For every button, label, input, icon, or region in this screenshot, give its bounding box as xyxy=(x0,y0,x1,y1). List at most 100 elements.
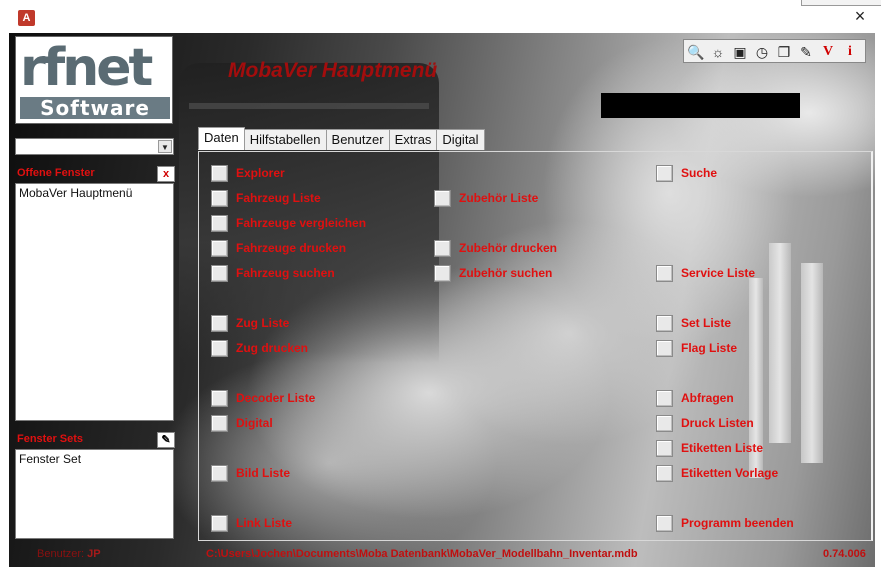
menu-button-set-liste[interactable] xyxy=(656,314,673,332)
menu-item-abfragen[interactable]: Abfragen xyxy=(656,389,734,407)
menu-button-zubehoer-drucken[interactable] xyxy=(434,239,451,257)
menu-button-zubehoer-suchen[interactable] xyxy=(434,264,451,282)
tab-extras[interactable]: Extras xyxy=(388,129,438,150)
database-path: C:\Users\Jochen\Documents\Moba Datenbank… xyxy=(206,548,638,560)
list-item[interactable]: MobaVer Hauptmenü xyxy=(16,184,173,202)
menu-button-programm-beenden[interactable] xyxy=(656,514,673,532)
menu-button-fahrzeug-liste[interactable] xyxy=(211,189,228,207)
menu-button-fahrzeuge-drucken[interactable] xyxy=(211,239,228,257)
menu-label: Fahrzeuge vergleichen xyxy=(236,216,367,230)
menu-label: Fahrzeuge drucken xyxy=(236,241,347,255)
menu-item-fahrzeug-liste[interactable]: Fahrzeug Liste xyxy=(211,189,321,207)
menu-item-zubehoer-liste[interactable]: Zubehör Liste xyxy=(434,189,538,207)
menu-label: Zug Liste xyxy=(236,316,290,330)
pencil-icon[interactable]: ✎ xyxy=(157,432,175,448)
menu-item-suche[interactable]: Suche xyxy=(656,164,717,182)
clock-icon[interactable]: ◷ xyxy=(752,41,772,61)
menu-button-explorer[interactable] xyxy=(211,164,228,182)
list-item[interactable]: Fenster Set xyxy=(16,450,173,468)
menu-button-zug-liste[interactable] xyxy=(211,314,228,332)
tab-digital[interactable]: Digital xyxy=(436,129,485,150)
menu-item-explorer[interactable]: Explorer xyxy=(211,164,285,182)
menu-label: Digital xyxy=(236,416,273,430)
window-icon[interactable]: ▣ xyxy=(730,41,750,61)
menu-label: Explorer xyxy=(236,166,285,180)
menu-item-zug-liste[interactable]: Zug Liste xyxy=(211,314,289,332)
menu-button-etiketten-liste[interactable] xyxy=(656,439,673,457)
menu-item-druck-listen[interactable]: Druck Listen xyxy=(656,414,754,432)
copy-icon[interactable]: ❐ xyxy=(774,41,794,61)
menu-item-digital[interactable]: Digital xyxy=(211,414,273,432)
pencil-icon[interactable]: ✎ xyxy=(796,41,816,61)
menu-button-digital[interactable] xyxy=(211,414,228,432)
menu-label: Service Liste xyxy=(681,266,756,280)
toolbar: 🔍 ☼ ▣ ◷ ❐ ✎ Vi xyxy=(683,39,866,63)
menu-item-zubehoer-suchen[interactable]: Zubehör suchen xyxy=(434,264,552,282)
tab-daten[interactable]: Daten xyxy=(198,127,245,150)
menu-button-link-liste[interactable] xyxy=(211,514,228,532)
chevron-down-icon[interactable]: ▼ xyxy=(158,140,172,153)
sun-icon[interactable]: ☼ xyxy=(708,41,728,61)
menu-label: Flag Liste xyxy=(681,341,738,355)
menu-item-set-liste[interactable]: Set Liste xyxy=(656,314,731,332)
menu-item-fahrzeug-suchen[interactable]: Fahrzeug suchen xyxy=(211,264,335,282)
menu-item-fahrzeuge-drucken[interactable]: Fahrzeuge drucken xyxy=(211,239,346,257)
menu-label: Zubehör drucken xyxy=(459,241,558,255)
menu-item-fahrzeuge-vergleichen[interactable]: Fahrzeuge vergleichen xyxy=(211,214,366,232)
menu-button-fahrzeug-suchen[interactable] xyxy=(211,264,228,282)
title-bar: A × xyxy=(0,0,881,32)
logo-sub-text: Software xyxy=(20,97,170,119)
menu-item-flag-liste[interactable]: Flag Liste xyxy=(656,339,737,357)
tab-hilfstabellen[interactable]: Hilfstabellen xyxy=(243,129,327,150)
menu-button-flag-liste[interactable] xyxy=(656,339,673,357)
menu-item-service-liste[interactable]: Service Liste xyxy=(656,264,755,282)
current-user: Benutzer: JP xyxy=(37,548,101,560)
menu-button-bild-liste[interactable] xyxy=(211,464,228,482)
menu-button-zug-drucken[interactable] xyxy=(211,339,228,357)
menu-label: Abfragen xyxy=(681,391,734,405)
open-windows-list[interactable]: MobaVer Hauptmenü xyxy=(15,183,174,421)
locomotive-detail xyxy=(189,103,429,109)
tab-strip: Daten Hilfstabellen Benutzer Extras Digital xyxy=(198,127,485,150)
window-sets-list[interactable]: Fenster Set xyxy=(15,449,174,539)
menu-label: Zubehör suchen xyxy=(459,266,553,280)
menu-label: Fahrzeug suchen xyxy=(236,266,335,280)
combo-value xyxy=(16,139,22,157)
menu-label: Etiketten Vorlage xyxy=(681,466,779,480)
window-select-combo[interactable]: ▼ xyxy=(15,138,174,155)
menu-button-suche[interactable] xyxy=(656,164,673,182)
menu-label: Set Liste xyxy=(681,316,732,330)
window-sets-label: Fenster Sets xyxy=(17,433,84,445)
user-value: JP xyxy=(87,548,101,560)
menu-label: Programm beenden xyxy=(681,516,794,530)
menu-label: Bild Liste xyxy=(236,466,291,480)
menu-item-etiketten-vorlage[interactable]: Etiketten Vorlage xyxy=(656,464,778,482)
menu-label: Suche xyxy=(681,166,718,180)
menu-item-etiketten-liste[interactable]: Etiketten Liste xyxy=(656,439,763,457)
menu-item-bild-liste[interactable]: Bild Liste xyxy=(211,464,290,482)
close-button[interactable]: × xyxy=(849,5,871,27)
menu-button-service-liste[interactable] xyxy=(656,264,673,282)
access-app-icon: A xyxy=(18,10,35,26)
menu-button-fahrzeuge-vergleichen[interactable] xyxy=(211,214,228,232)
menu-button-etiketten-vorlage[interactable] xyxy=(656,464,673,482)
v-icon[interactable]: V xyxy=(818,41,838,61)
menu-item-zubehoer-drucken[interactable]: Zubehör drucken xyxy=(434,239,557,257)
menu-label: Zug drucken xyxy=(236,341,309,355)
user-label: Benutzer: xyxy=(37,548,85,560)
menu-label: Decoder Liste xyxy=(236,391,316,405)
menu-label: Druck Listen xyxy=(681,416,754,430)
menu-item-zug-drucken[interactable]: Zug drucken xyxy=(211,339,308,357)
tab-benutzer[interactable]: Benutzer xyxy=(325,129,390,150)
menu-button-zubehoer-liste[interactable] xyxy=(434,189,451,207)
main-menu-form: rfnet Software MobaVer Hauptmenü 🔍 ☼ ▣ ◷ ❐ ✎ V… xyxy=(9,33,875,567)
close-window-button[interactable]: x xyxy=(157,166,175,182)
menu-item-link-liste[interactable]: Link Liste xyxy=(211,514,292,532)
menu-button-druck-listen[interactable] xyxy=(656,414,673,432)
menu-button-decoder-liste[interactable] xyxy=(211,389,228,407)
menu-button-abfragen[interactable] xyxy=(656,389,673,407)
search-icon[interactable]: 🔍 xyxy=(686,41,706,61)
menu-item-programm-beenden[interactable]: Programm beenden xyxy=(656,514,794,532)
info-icon[interactable]: i xyxy=(840,41,860,61)
menu-item-decoder-liste[interactable]: Decoder Liste xyxy=(211,389,315,407)
